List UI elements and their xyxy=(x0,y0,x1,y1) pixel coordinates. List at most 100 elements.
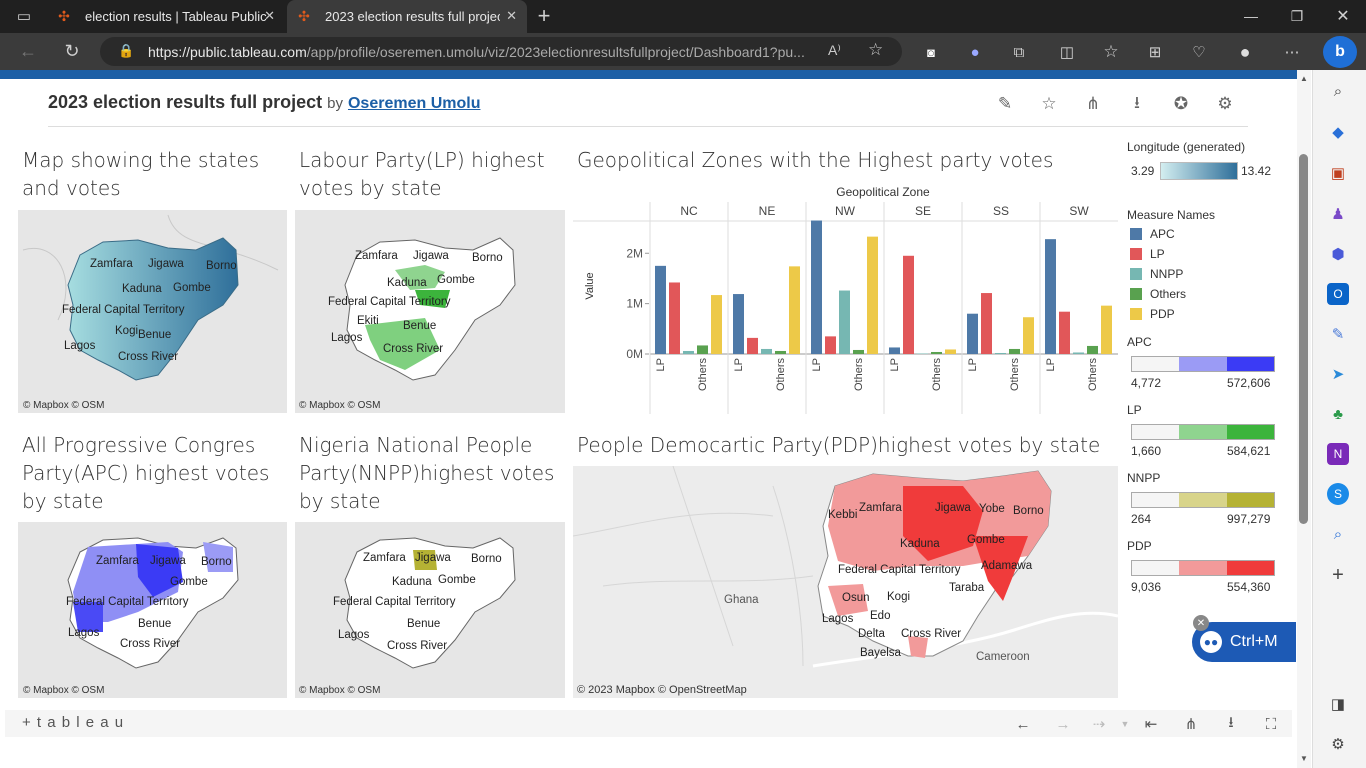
map-label-layer-4: Zamfara Jigawa Borno Kaduna Gombe Federa… xyxy=(295,522,565,698)
legend-swatch xyxy=(1130,288,1142,300)
map-nnpp[interactable]: Zamfara Jigawa Borno Kaduna Gombe Federa… xyxy=(295,522,565,698)
hide-sidebar-icon[interactable]: ◨ xyxy=(1327,693,1349,715)
send-icon[interactable]: ➤ xyxy=(1327,363,1349,385)
reset-icon[interactable]: ⇤ xyxy=(1140,714,1162,734)
new-tab-icon[interactable]: + xyxy=(529,1,559,31)
map-pdp[interactable]: Kebbi Zamfara Jigawa Yobe Borno Kaduna G… xyxy=(573,466,1118,698)
state-label: Borno xyxy=(1013,505,1044,517)
browser-tab-1[interactable]: ✣ election results | Tableau Public ✕ xyxy=(47,0,285,33)
browser-tab-bar: ▭ ✣ election results | Tableau Public ✕ … xyxy=(0,0,1366,33)
fullscreen-icon[interactable]: ⛶ xyxy=(1260,714,1282,734)
onenote-icon[interactable]: N xyxy=(1327,443,1349,465)
close-window-icon[interactable]: ✕ xyxy=(1328,1,1358,31)
revert-icon[interactable]: ⇢ xyxy=(1088,714,1110,734)
search-icon[interactable]: ⌕ xyxy=(1327,80,1349,102)
footer-download-icon[interactable]: ⭳ xyxy=(1220,714,1242,734)
zone-header: SW xyxy=(1069,204,1089,218)
map-lp[interactable]: Zamfara Jigawa Borno Kaduna Gombe Federa… xyxy=(295,210,565,413)
sidebar-search-icon[interactable]: ⌕ xyxy=(1327,523,1349,545)
x-tick-label: LP xyxy=(655,358,667,371)
edit-icon[interactable]: ✎ xyxy=(994,93,1016,115)
designer-icon[interactable]: ✎ xyxy=(1327,323,1349,345)
scroll-down-icon[interactable]: ▼ xyxy=(1300,754,1308,763)
bar-others xyxy=(931,351,942,354)
map-states-votes[interactable]: Zamfara Jigawa Borno Kaduna Gombe Federa… xyxy=(18,210,287,413)
state-label: Zamfara xyxy=(363,552,406,564)
sidebar-settings-icon[interactable]: ⚙ xyxy=(1327,733,1349,755)
measure-legend-item[interactable]: NNPP xyxy=(1130,264,1186,284)
shopping-icon[interactable]: ◆ xyxy=(1327,121,1349,143)
bar-nnpp xyxy=(1073,352,1084,354)
state-label: Osun xyxy=(842,592,870,604)
more-menu-icon[interactable]: ⋯ xyxy=(1277,37,1307,67)
state-label: Benue xyxy=(138,329,172,341)
close-icon[interactable]: ✕ xyxy=(506,8,517,24)
apc-legend-min: 4,772 xyxy=(1131,376,1162,390)
extensions-puzzle-icon[interactable]: ⧉ xyxy=(1004,37,1034,67)
settings-icon[interactable]: ⚙ xyxy=(1214,93,1236,115)
tab-actions-icon[interactable]: ▭ xyxy=(9,1,39,31)
bar-apc xyxy=(811,220,822,354)
extension-icon[interactable]: ◙ xyxy=(916,37,946,67)
add-sidebar-app-icon[interactable]: + xyxy=(1327,564,1349,586)
restore-icon[interactable]: ❐ xyxy=(1282,1,1312,31)
measure-legend-item[interactable]: Others xyxy=(1130,284,1186,304)
bar-pdp xyxy=(711,295,722,354)
state-label: Federal Capital Territory xyxy=(328,296,451,308)
favorite-star-icon[interactable]: ☆ xyxy=(868,40,883,60)
minimize-icon[interactable]: — xyxy=(1236,1,1266,31)
bing-icon[interactable]: b xyxy=(1323,36,1357,68)
undo-icon[interactable]: ← xyxy=(1012,714,1034,734)
measure-names-legend[interactable]: APC LP NNPP Others PDP xyxy=(1130,224,1186,324)
revert-dropdown-icon[interactable]: ▼ xyxy=(1114,714,1136,734)
split-screen-icon[interactable]: ◫ xyxy=(1052,37,1082,67)
state-label: Kogi xyxy=(115,325,139,337)
measure-legend-item[interactable]: LP xyxy=(1130,244,1186,264)
scrollbar-thumb[interactable] xyxy=(1299,154,1308,524)
lp-legend-min: 1,660 xyxy=(1131,444,1162,458)
collections-icon[interactable]: ⊞ xyxy=(1140,37,1170,67)
profile-avatar-icon[interactable]: ● xyxy=(1230,37,1260,67)
tools-icon[interactable]: ▣ xyxy=(1327,162,1349,184)
measure-legend-item[interactable]: PDP xyxy=(1130,304,1186,324)
lp-legend-title: LP xyxy=(1127,403,1142,417)
close-popup-icon[interactable]: ✕ xyxy=(1193,615,1209,631)
chart-y-axis-label: Value xyxy=(584,272,596,299)
copilot-extension-icon[interactable]: ● xyxy=(960,37,990,67)
close-icon[interactable]: ✕ xyxy=(264,8,275,24)
measure-legend-item[interactable]: APC xyxy=(1130,224,1186,244)
download-icon[interactable]: ⭳ xyxy=(1126,93,1148,115)
zone-header: SE xyxy=(915,204,931,218)
skype-icon[interactable]: S xyxy=(1327,483,1349,505)
tableau-brand[interactable]: + t a b l e a u xyxy=(22,714,124,731)
games-icon[interactable]: ♟ xyxy=(1327,203,1349,225)
lock-icon: 🔒 xyxy=(118,43,135,58)
share-icon[interactable]: ⋔ xyxy=(1082,93,1104,115)
zones-bar-chart[interactable]: Geopolitical Zone Value 0M 1M 2M NC LP Others NE… xyxy=(573,178,1118,414)
outlook-icon[interactable]: O xyxy=(1327,283,1349,305)
state-label: Lagos xyxy=(822,613,854,625)
x-tick-label: LP xyxy=(733,358,745,371)
scroll-up-icon[interactable]: ▲ xyxy=(1300,74,1308,83)
read-aloud-icon[interactable]: A⁾ xyxy=(828,42,841,59)
apc-legend-title: APC xyxy=(1127,335,1152,349)
badge-icon[interactable]: ✪ xyxy=(1170,93,1192,115)
url-field[interactable]: 🔒 https://public.tableau.com/app/profile… xyxy=(100,37,902,66)
favorite-icon[interactable]: ☆ xyxy=(1038,93,1060,115)
state-label: Kaduna xyxy=(122,283,162,295)
back-icon[interactable]: ← xyxy=(13,36,43,66)
map-apc[interactable]: Zamfara Jigawa Borno Gombe Federal Capit… xyxy=(18,522,287,698)
redo-icon[interactable]: → xyxy=(1052,714,1074,734)
copilot-shortcut-popup[interactable]: ●● Ctrl+M xyxy=(1192,622,1296,662)
favorites-icon[interactable]: ☆ xyxy=(1096,37,1126,67)
state-label: Kaduna xyxy=(392,576,432,588)
tree-icon[interactable]: ♣ xyxy=(1327,403,1349,425)
footer-share-icon[interactable]: ⋔ xyxy=(1180,714,1202,734)
m365-icon[interactable]: ⬢ xyxy=(1327,243,1349,265)
author-link[interactable]: Oseremen Umolu xyxy=(348,95,480,112)
state-label: Kaduna xyxy=(900,538,940,550)
refresh-icon[interactable]: ↻ xyxy=(57,36,87,66)
browser-tab-2[interactable]: ✣ 2023 election results full project | ✕ xyxy=(287,0,527,33)
performance-icon[interactable]: ♡ xyxy=(1184,37,1214,67)
bar-others xyxy=(697,345,708,354)
